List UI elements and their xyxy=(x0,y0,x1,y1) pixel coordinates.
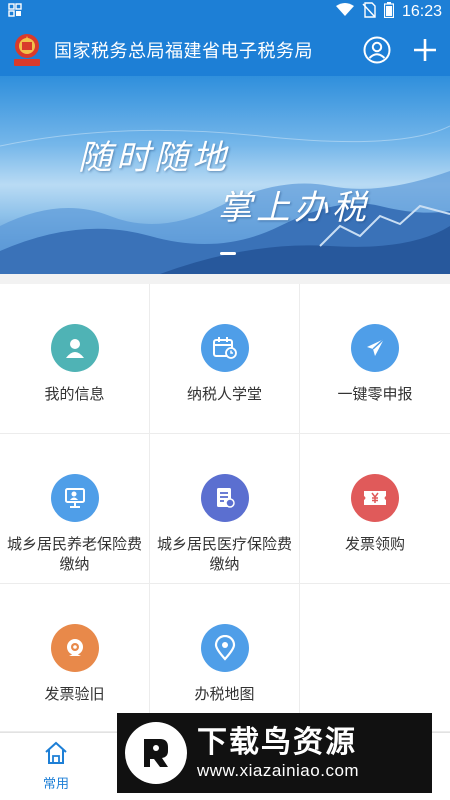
service-label: 办税地图 xyxy=(194,685,255,703)
battery-icon xyxy=(383,2,395,22)
service-label: 一键零申报 xyxy=(337,385,413,403)
service-grid: 我的信息 纳税人学堂 一键零申报 城乡居民养老保险费缴纳 城乡居民医疗保险费缴纳… xyxy=(0,284,450,732)
app-bar: 国家税务总局福建省电子税务局 xyxy=(0,24,450,76)
wifi-icon xyxy=(335,3,354,21)
service-zero-declaration[interactable]: 一键零申报 xyxy=(300,284,450,434)
yen-ticket-icon xyxy=(351,474,399,522)
service-label: 发票验旧 xyxy=(44,685,105,703)
banner-page-indicator xyxy=(220,252,236,255)
service-label: 发票领购 xyxy=(344,535,405,553)
service-label: 城乡居民医疗保险费缴纳 xyxy=(156,535,292,573)
add-icon[interactable] xyxy=(410,35,440,65)
document-edit-icon xyxy=(200,474,249,522)
no-sim-icon xyxy=(362,2,376,22)
watermark-banner: 下载鸟资源 www.xiazainiao.com xyxy=(117,713,432,793)
nav-item-common[interactable]: 常用 xyxy=(20,741,92,792)
notification-grid-icon xyxy=(8,3,22,21)
service-tax-map[interactable]: 办税地图 xyxy=(150,584,300,732)
watermark-title: 下载鸟资源 xyxy=(197,725,357,760)
camera-icon xyxy=(50,624,99,672)
service-medical-insurance[interactable]: 城乡居民医疗保险费缴纳 xyxy=(150,434,300,584)
paper-plane-icon xyxy=(351,324,399,372)
service-invoice-purchase[interactable]: 发票领购 xyxy=(300,434,450,584)
bird-logo-icon xyxy=(125,722,187,784)
app-title: 国家税务总局福建省电子税务局 xyxy=(54,41,313,62)
status-time: 16:23 xyxy=(401,3,442,20)
tax-emblem-logo xyxy=(10,32,44,68)
service-label: 我的信息 xyxy=(44,385,105,403)
service-pension-insurance[interactable]: 城乡居民养老保险费缴纳 xyxy=(0,434,150,584)
empty-grid-cell xyxy=(300,584,450,732)
status-bar: 16:23 xyxy=(0,0,450,24)
nav-item-label: 常用 xyxy=(42,777,69,792)
service-taxpayer-school[interactable]: 纳税人学堂 xyxy=(150,284,300,434)
user-account-icon[interactable] xyxy=(362,35,392,65)
banner-slogan-line1: 随时随地 xyxy=(78,138,230,178)
person-icon xyxy=(50,324,99,372)
home-icon xyxy=(43,741,69,769)
watermark-url: www.xiazainiao.com xyxy=(197,761,360,780)
service-label: 纳税人学堂 xyxy=(186,385,262,403)
monitor-person-icon xyxy=(50,474,99,522)
banner-slogan-line2: 掌上办税 xyxy=(218,188,370,228)
service-label: 城乡居民养老保险费缴纳 xyxy=(6,535,142,573)
service-my-info[interactable]: 我的信息 xyxy=(0,284,150,434)
banner-carousel[interactable]: 随时随地 掌上办税 xyxy=(0,76,450,274)
map-pin-icon xyxy=(200,624,249,672)
service-invoice-verify[interactable]: 发票验旧 xyxy=(0,584,150,732)
calendar-clock-icon xyxy=(200,324,249,372)
